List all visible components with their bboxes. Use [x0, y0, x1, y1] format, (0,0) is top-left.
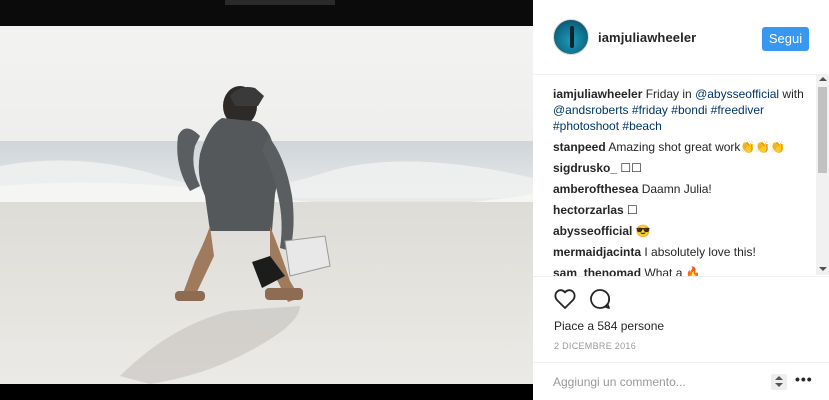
post-header: iamjuliawheeler Segui [533, 0, 829, 75]
comment-text: Daamn Julia! [638, 182, 712, 196]
image-bottom-bar [0, 384, 533, 400]
caption-link[interactable]: #freediver [711, 103, 764, 117]
likes-count[interactable]: Piace a 584 persone [554, 319, 664, 333]
comment-item: amberofthesea Daamn Julia! [553, 181, 813, 197]
comment-input[interactable] [553, 373, 763, 391]
scroll-down-arrow-icon[interactable] [819, 267, 827, 271]
comment-text: ☐☐ [617, 161, 642, 175]
avatar-diver-figure [570, 26, 574, 48]
image-top-thumb [225, 0, 335, 5]
post-image-area [0, 0, 533, 400]
comment-author[interactable]: amberofthesea [553, 182, 638, 196]
caption-link[interactable]: #beach [622, 119, 661, 133]
comment-item: mermaidjacinta I absolutely love this! [553, 244, 813, 260]
header-username[interactable]: iamjuliawheeler [598, 30, 696, 45]
comment-author[interactable]: stanpeed [553, 140, 606, 154]
post-photo[interactable] [0, 26, 533, 384]
comment-item: hectorzarlas ☐ [553, 202, 813, 218]
comment-text: I absolutely love this! [641, 245, 756, 259]
caption-link[interactable]: #friday [632, 103, 668, 117]
comment-text: What a 🔥 [641, 266, 701, 276]
caption-text-part: Friday in [645, 87, 696, 101]
image-top-bar [0, 0, 533, 26]
comment-bubble-icon[interactable] [588, 287, 612, 311]
post-date: 2 DICEMBRE 2016 [554, 341, 637, 351]
scroll-thumb[interactable] [818, 87, 827, 173]
comment-item: stanpeed Amazing shot great work👏👏👏 [553, 139, 813, 155]
comment-text: 😎 [632, 224, 651, 238]
comment-item: abysseofficial 😎 [553, 223, 813, 239]
comment-text: Amazing shot great work👏👏👏 [605, 140, 786, 154]
post-side-panel: iamjuliawheeler Segui iamjuliawheeler Fr… [533, 0, 829, 400]
scroll-up-arrow-icon[interactable] [819, 77, 827, 81]
follow-button[interactable]: Segui [762, 27, 809, 51]
heart-icon[interactable] [553, 287, 577, 311]
caption-link[interactable]: @andsroberts [553, 103, 629, 117]
caption-link[interactable]: #photoshoot [553, 119, 619, 133]
comments-scrollbar[interactable] [816, 75, 829, 275]
comment-author[interactable]: abysseofficial [553, 224, 632, 238]
add-comment-bar: ••• [533, 362, 829, 400]
beach-photo-illustration [0, 86, 533, 384]
caption-link[interactable]: @abysseofficial [695, 87, 779, 101]
post-actions: Piace a 584 persone 2 DICEMBRE 2016 [533, 276, 829, 366]
caption-link[interactable]: #bondi [671, 103, 707, 117]
sort-arrows-icon[interactable] [771, 374, 787, 390]
comment-author[interactable]: mermaidjacinta [553, 245, 641, 259]
caption-author[interactable]: iamjuliawheeler [553, 87, 642, 101]
comment-author[interactable]: sam_thenomad [553, 266, 641, 276]
comment-author[interactable]: hectorzarlas [553, 203, 624, 217]
sort-up-arrow [775, 376, 783, 380]
sort-down-arrow [775, 383, 783, 387]
comments-list: iamjuliawheeler Friday in @abysseofficia… [553, 86, 813, 276]
caption-text-part: with [779, 87, 804, 101]
more-options-icon[interactable]: ••• [795, 371, 813, 387]
comment-author[interactable]: sigdrusko_ [553, 161, 617, 175]
comment-item: sam_thenomad What a 🔥 [553, 265, 813, 276]
caption: iamjuliawheeler Friday in @abysseofficia… [553, 86, 813, 134]
comment-text: ☐ [623, 203, 638, 217]
comment-item: sigdrusko_ ☐☐ [553, 160, 813, 176]
avatar[interactable] [553, 19, 589, 55]
